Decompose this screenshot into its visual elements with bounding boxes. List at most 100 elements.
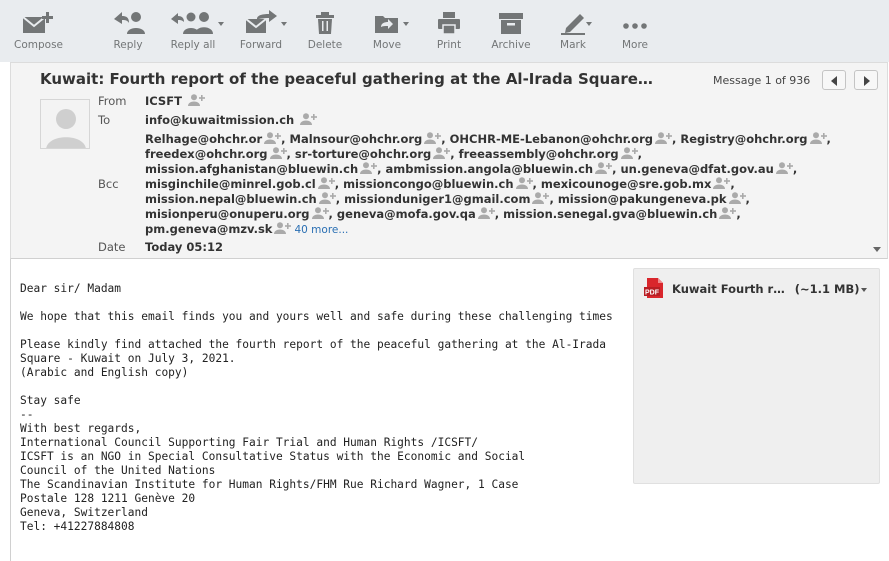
- bcc-recipient[interactable]: freeassembly@ohchr.org: [459, 147, 619, 161]
- add-contact-icon[interactable]: [719, 207, 737, 219]
- add-contact-icon[interactable]: [620, 147, 638, 159]
- next-message-button[interactable]: [854, 70, 878, 90]
- separator: ,: [730, 177, 735, 191]
- bcc-recipient[interactable]: missioncongo@bluewin.ch: [343, 177, 513, 191]
- reply-icon: [114, 12, 145, 34]
- forward-button[interactable]: Forward: [238, 10, 284, 56]
- add-contact-icon[interactable]: [360, 162, 378, 174]
- add-contact-icon[interactable]: [809, 132, 827, 144]
- toolbar: Compose Reply Reply all Forward Delete M…: [0, 0, 889, 62]
- delete-label: Delete: [307, 39, 343, 51]
- separator: ,: [745, 192, 750, 206]
- arrow-left-icon: [831, 76, 837, 86]
- add-contact-icon[interactable]: [433, 147, 451, 159]
- add-contact-icon[interactable]: [424, 132, 442, 144]
- bcc-recipient[interactable]: mission.senegal.gva@bluewin.ch: [503, 207, 717, 221]
- pdf-icon-text: PDF: [645, 290, 660, 297]
- bcc-recipient[interactable]: un.geneva@dfat.gov.au: [620, 162, 773, 176]
- compose-label: Compose: [14, 39, 64, 51]
- folder-move-icon: [375, 16, 398, 33]
- compose-button[interactable]: Compose: [14, 10, 64, 56]
- add-contact-icon[interactable]: [595, 162, 613, 174]
- add-contact-icon[interactable]: [311, 207, 329, 219]
- message-header: Kuwait: Fourth report of the peaceful ga…: [10, 62, 888, 259]
- pencil-icon: [561, 14, 585, 35]
- add-contact-icon[interactable]: [318, 192, 336, 204]
- attachments-panel: PDF Kuwait Fourth r… (~1.1 MB): [633, 268, 880, 484]
- add-contact-icon[interactable]: [532, 192, 550, 204]
- header-expand-icon[interactable]: [873, 247, 881, 252]
- add-contact-icon[interactable]: [264, 132, 282, 144]
- from-sender[interactable]: ICSFT: [145, 94, 182, 108]
- add-contact-icon[interactable]: [515, 177, 533, 189]
- bcc-recipient[interactable]: geneva@mofa.gov.qa: [337, 207, 476, 221]
- message-body: Dear sir/ Madam We hope that this email …: [20, 282, 613, 533]
- to-recipient[interactable]: info@kuwaitmission.ch: [145, 113, 294, 127]
- trash-icon: [316, 12, 334, 34]
- bcc-recipient[interactable]: sr-torture@ohchr.org: [295, 147, 431, 161]
- mark-dropdown-caret[interactable]: [586, 22, 592, 26]
- mark-label: Mark: [560, 39, 586, 51]
- archive-button[interactable]: Archive: [488, 10, 534, 56]
- bcc-recipient[interactable]: pm.geneva@mzv.sk: [145, 222, 272, 236]
- separator: ,: [441, 132, 450, 146]
- bcc-recipient[interactable]: Malnsour@ohchr.org: [290, 132, 423, 146]
- bcc-recipient[interactable]: mexicounoge@sre.gob.mx: [541, 177, 711, 191]
- add-contact-icon[interactable]: [300, 113, 318, 125]
- separator: ,: [286, 147, 295, 161]
- add-contact-icon[interactable]: [187, 94, 205, 106]
- bcc-recipient[interactable]: ambmission.angola@bluewin.ch: [386, 162, 594, 176]
- move-dropdown-caret[interactable]: [403, 22, 409, 26]
- move-button[interactable]: Move: [367, 10, 407, 56]
- bcc-recipient[interactable]: mission@pakungeneva.pk: [558, 192, 727, 206]
- attachment-name[interactable]: Kuwait Fourth r… (~1.1 MB): [672, 282, 859, 296]
- separator: ,: [736, 207, 741, 221]
- separator: ,: [826, 132, 831, 146]
- previous-message-button[interactable]: [822, 70, 846, 90]
- add-contact-icon[interactable]: [317, 177, 335, 189]
- more-label: More: [621, 39, 649, 51]
- bcc-recipient[interactable]: misionperu@onuperu.org: [145, 207, 310, 221]
- add-contact-icon[interactable]: [654, 132, 672, 144]
- to-line: info@kuwaitmission.ch: [145, 113, 318, 127]
- from-line: ICSFT: [145, 94, 205, 108]
- separator: ,: [532, 177, 541, 191]
- forward-label: Forward: [239, 39, 283, 51]
- date-value: Today 05:12: [145, 240, 223, 254]
- archive-label: Archive: [491, 39, 531, 51]
- add-contact-icon[interactable]: [713, 177, 731, 189]
- forward-dropdown-caret[interactable]: [281, 22, 287, 26]
- separator: ,: [328, 207, 337, 221]
- bcc-recipient[interactable]: missionduniger1@gmail.com: [344, 192, 530, 206]
- add-contact-icon[interactable]: [269, 147, 287, 159]
- bcc-recipient[interactable]: OHCHR-ME-Lebanon@ohchr.org: [450, 132, 653, 146]
- add-contact-icon[interactable]: [477, 207, 495, 219]
- bcc-label: Bcc: [98, 177, 119, 191]
- more-recipients-link[interactable]: 40 more...: [294, 224, 348, 236]
- more-button[interactable]: More: [615, 10, 655, 56]
- print-button[interactable]: Print: [430, 10, 468, 56]
- reply-button[interactable]: Reply: [108, 10, 148, 56]
- from-label: From: [98, 94, 127, 108]
- bcc-recipient[interactable]: mission.nepal@bluewin.ch: [145, 192, 317, 206]
- attachment-menu-caret[interactable]: [861, 288, 867, 292]
- bcc-recipient[interactable]: mission.afghanistan@bluewin.ch: [145, 162, 358, 176]
- reply-all-dropdown-caret[interactable]: [218, 22, 224, 26]
- add-contact-icon[interactable]: [728, 192, 746, 204]
- message-subject: Kuwait: Fourth report of the peaceful ga…: [40, 70, 653, 88]
- reply-all-button[interactable]: Reply all: [165, 10, 221, 56]
- bcc-recipient[interactable]: misginchile@minrel.gob.cl: [145, 177, 316, 191]
- bcc-recipient[interactable]: Relhage@ohchr.or: [145, 132, 262, 146]
- arrow-right-icon: [864, 76, 870, 86]
- add-contact-icon[interactable]: [775, 162, 793, 174]
- add-contact-icon[interactable]: [274, 222, 292, 234]
- reply-label: Reply: [113, 39, 143, 51]
- bcc-recipient[interactable]: freedex@ohchr.org: [145, 147, 268, 161]
- mark-button[interactable]: Mark: [553, 10, 593, 56]
- bcc-recipient[interactable]: Registry@ohchr.org: [680, 132, 807, 146]
- compose-icon: [22, 12, 53, 33]
- separator: ,: [281, 132, 290, 146]
- content-border: [10, 259, 11, 561]
- delete-button[interactable]: Delete: [305, 10, 345, 56]
- separator: ,: [792, 162, 798, 176]
